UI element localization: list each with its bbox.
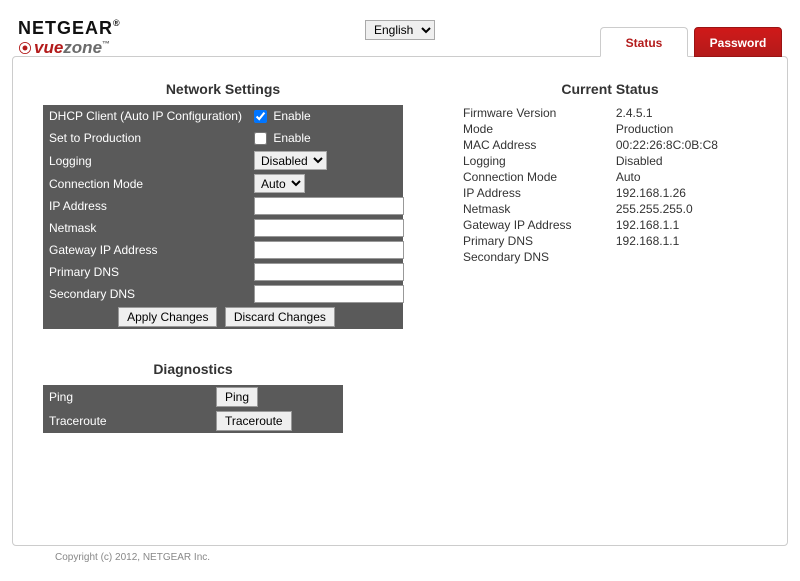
tab-password[interactable]: Password xyxy=(694,27,782,57)
status-value: Disabled xyxy=(616,153,757,169)
status-label: Secondary DNS xyxy=(463,249,616,265)
status-row: Firmware Version2.4.5.1 xyxy=(463,105,757,121)
apply-changes-button[interactable]: Apply Changes xyxy=(118,307,217,327)
status-row: MAC Address00:22:26:8C:0B:C8 xyxy=(463,137,757,153)
traceroute-button[interactable]: Traceroute xyxy=(216,411,292,431)
main-panel: Network Settings DHCP Client (Auto IP Co… xyxy=(12,56,788,546)
language-selector-wrap: English xyxy=(365,20,435,40)
status-value: Production xyxy=(616,121,757,137)
logging-label: Logging xyxy=(43,149,248,172)
ip-input[interactable] xyxy=(254,197,404,215)
tab-bar: Status Password xyxy=(600,27,782,57)
tab-status[interactable]: Status xyxy=(600,27,688,57)
dhcp-enable-wrap[interactable]: Enable xyxy=(254,109,311,123)
logo: NETGEAR® vuezone™ xyxy=(18,19,121,56)
current-status-column: Current Status Firmware Version2.4.5.1Mo… xyxy=(463,75,757,265)
status-label: IP Address xyxy=(463,185,616,201)
status-value: 2.4.5.1 xyxy=(616,105,757,121)
status-label: MAC Address xyxy=(463,137,616,153)
status-label: Firmware Version xyxy=(463,105,616,121)
ping-button[interactable]: Ping xyxy=(216,387,258,407)
pdns-input[interactable] xyxy=(254,263,404,281)
diagnostics-heading: Diagnostics xyxy=(43,361,343,377)
status-row: LoggingDisabled xyxy=(463,153,757,169)
status-value: 255.255.255.0 xyxy=(616,201,757,217)
dhcp-label: DHCP Client (Auto IP Configuration) xyxy=(43,105,248,127)
ping-label: Ping xyxy=(43,385,208,409)
status-label: Logging xyxy=(463,153,616,169)
status-value: 00:22:26:8C:0B:C8 xyxy=(616,137,757,153)
netmask-input[interactable] xyxy=(254,219,404,237)
top-bar: NETGEAR® vuezone™ English Status Passwor… xyxy=(0,0,800,56)
status-row: Primary DNS192.168.1.1 xyxy=(463,233,757,249)
sdns-input[interactable] xyxy=(254,285,404,303)
setprod-enable-checkbox[interactable] xyxy=(254,132,267,145)
diagnostics-box: Ping Ping Traceroute Traceroute xyxy=(43,385,343,433)
sdns-label: Secondary DNS xyxy=(43,283,248,305)
connmode-label: Connection Mode xyxy=(43,172,248,195)
status-row: ModeProduction xyxy=(463,121,757,137)
status-row: IP Address192.168.1.26 xyxy=(463,185,757,201)
footer-copyright: Copyright (c) 2012, NETGEAR Inc. xyxy=(0,546,800,563)
traceroute-label: Traceroute xyxy=(43,409,208,433)
status-value: Auto xyxy=(616,169,757,185)
status-value: 192.168.1.1 xyxy=(616,233,757,249)
status-row: Secondary DNS xyxy=(463,249,757,265)
setprod-label: Set to Production xyxy=(43,127,248,149)
gateway-label: Gateway IP Address xyxy=(43,239,248,261)
status-row: Gateway IP Address192.168.1.1 xyxy=(463,217,757,233)
language-select[interactable]: English xyxy=(365,20,435,40)
current-status-table: Firmware Version2.4.5.1ModeProductionMAC… xyxy=(463,105,757,265)
diagnostics-section: Diagnostics Ping Ping Traceroute Tracero… xyxy=(43,361,343,433)
logging-select[interactable]: Disabled xyxy=(254,151,327,170)
dhcp-enable-text: Enable xyxy=(273,109,310,123)
setprod-enable-text: Enable xyxy=(273,131,310,145)
status-value: 192.168.1.26 xyxy=(616,185,757,201)
status-label: Netmask xyxy=(463,201,616,217)
star-icon xyxy=(18,41,32,55)
ip-label: IP Address xyxy=(43,195,248,217)
network-settings-column: Network Settings DHCP Client (Auto IP Co… xyxy=(43,75,403,433)
status-value xyxy=(616,249,757,265)
status-row: Netmask255.255.255.0 xyxy=(463,201,757,217)
status-label: Primary DNS xyxy=(463,233,616,249)
connmode-select[interactable]: Auto xyxy=(254,174,305,193)
logo-vuezone-text: vuezone™ xyxy=(18,39,121,56)
network-settings-heading: Network Settings xyxy=(43,81,403,97)
dhcp-enable-checkbox[interactable] xyxy=(254,110,267,123)
status-label: Gateway IP Address xyxy=(463,217,616,233)
discard-changes-button[interactable]: Discard Changes xyxy=(225,307,335,327)
gateway-input[interactable] xyxy=(254,241,404,259)
setprod-enable-wrap[interactable]: Enable xyxy=(254,131,311,145)
status-label: Mode xyxy=(463,121,616,137)
pdns-label: Primary DNS xyxy=(43,261,248,283)
status-row: Connection ModeAuto xyxy=(463,169,757,185)
logo-netgear-text: NETGEAR® xyxy=(18,19,121,37)
current-status-heading: Current Status xyxy=(463,81,757,97)
status-label: Connection Mode xyxy=(463,169,616,185)
network-settings-box: DHCP Client (Auto IP Configuration) Enab… xyxy=(43,105,403,329)
netmask-label: Netmask xyxy=(43,217,248,239)
status-value: 192.168.1.1 xyxy=(616,217,757,233)
